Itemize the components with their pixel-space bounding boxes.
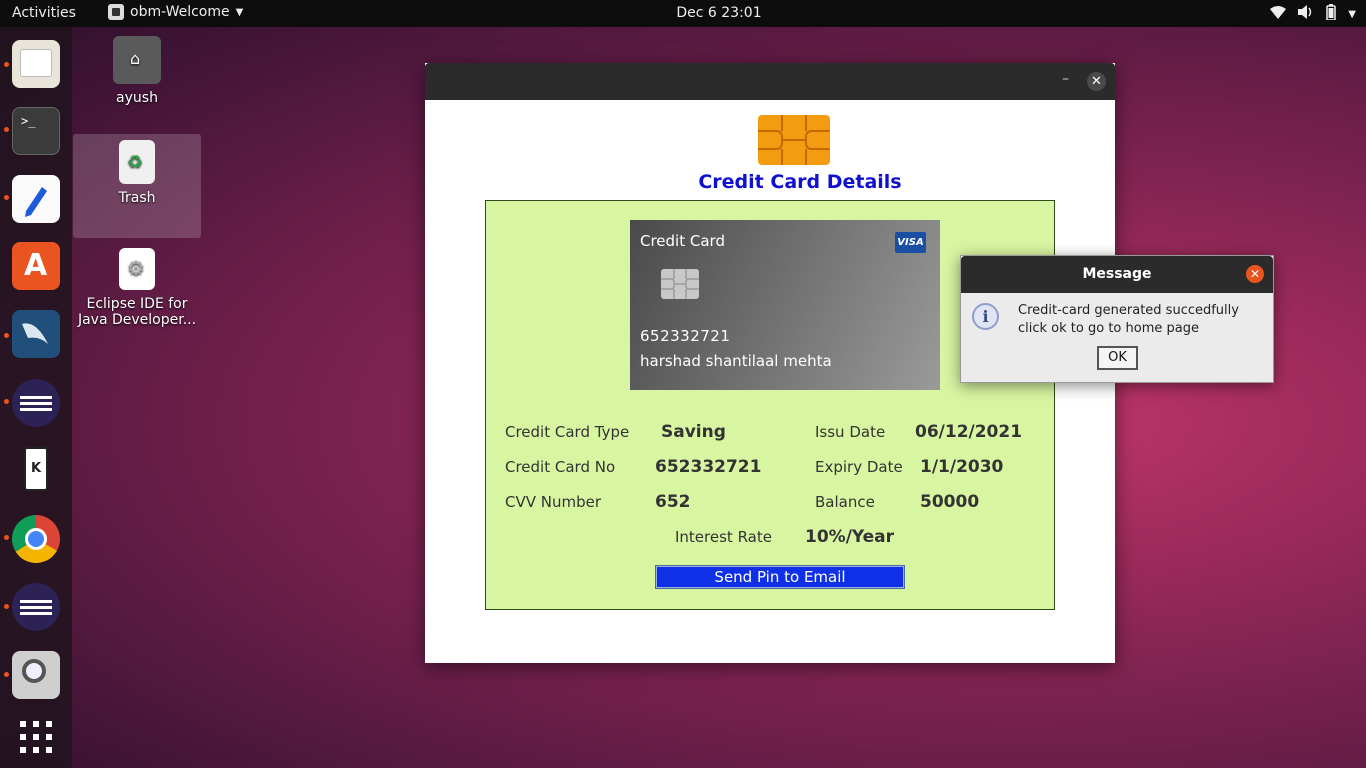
dialog-message-line: Credit-card generated succedfully	[1018, 303, 1239, 318]
expiry-date-value: 1/1/2030	[920, 457, 1004, 477]
wifi-icon	[1270, 5, 1287, 23]
files-icon[interactable]	[12, 40, 60, 88]
expiry-date-label: Expiry Date	[815, 458, 903, 476]
desktop-icon-label: ayush	[116, 90, 158, 106]
interest-rate-label: Interest Rate	[675, 528, 772, 546]
running-indicator	[4, 62, 9, 67]
chevron-down-icon: ▼	[1348, 8, 1356, 20]
dialog-message-line: click ok to go to home page	[1018, 321, 1199, 336]
running-indicator	[4, 127, 9, 132]
top-bar: Activities obm-Welcome ▼ Dec 6 23:01 ▼	[0, 0, 1366, 27]
send-pin-button[interactable]: Send Pin to Email	[655, 565, 905, 589]
balance-label: Balance	[815, 493, 875, 511]
visa-logo-icon: VISA	[895, 232, 926, 253]
card-number-label: Credit Card No	[505, 458, 616, 476]
kde-connect-icon[interactable]: K	[12, 445, 60, 493]
card-chip-icon	[758, 115, 830, 165]
desktop-icon-eclipse[interactable]: ⚙ Eclipse IDE for Java Developer...	[73, 248, 201, 328]
card-title: Credit Card	[640, 232, 725, 250]
dialog-title: Message	[1082, 266, 1152, 282]
mysql-workbench-icon[interactable]	[12, 310, 60, 358]
home-folder-icon: ⌂	[113, 36, 161, 84]
chip-icon	[661, 269, 699, 299]
software-center-icon[interactable]: A	[12, 242, 60, 290]
card-holder-name: harshad shantilaal mehta	[640, 352, 832, 370]
dock: >_ A K	[0, 27, 72, 768]
battery-icon	[1326, 4, 1337, 24]
message-dialog: Message ✕ i Credit-card generated succed…	[960, 255, 1274, 383]
card-type-label: Credit Card Type	[505, 423, 630, 441]
running-indicator	[4, 399, 9, 404]
card-number: 652332721	[640, 327, 731, 345]
close-icon[interactable]: ✕	[1246, 265, 1264, 283]
card-type-value: Saving	[661, 422, 726, 442]
gear-icon: ⚙	[119, 248, 155, 290]
issue-date-label: Issu Date	[815, 423, 886, 441]
balance-value: 50000	[920, 492, 980, 512]
desktop-icon-label: Trash	[118, 190, 156, 206]
running-indicator	[4, 333, 9, 338]
running-indicator	[4, 195, 9, 200]
issue-date-value: 06/12/2021	[915, 422, 1023, 442]
dialog-titlebar[interactable]: Message ✕	[961, 256, 1273, 293]
card-number-value: 652332721	[655, 457, 762, 477]
volume-icon	[1298, 5, 1314, 23]
dialog-message: Credit-card generated succedfully click …	[1018, 302, 1239, 338]
screenshot-icon[interactable]	[12, 651, 60, 699]
eclipse-icon[interactable]	[12, 379, 60, 427]
cvv-value: 652	[655, 492, 691, 512]
chrome-icon[interactable]	[12, 515, 60, 563]
trash-icon: ♻	[119, 140, 155, 184]
running-indicator	[4, 535, 9, 540]
show-applications-icon[interactable]	[12, 713, 60, 761]
minimize-icon[interactable]: –	[1062, 71, 1069, 87]
running-indicator	[4, 604, 9, 609]
info-icon: i	[972, 303, 999, 330]
text-editor-icon[interactable]	[12, 175, 60, 223]
interest-rate-value: 10%/Year	[805, 527, 895, 547]
window-titlebar[interactable]: – ✕	[425, 63, 1115, 100]
cvv-label: CVV Number	[505, 493, 602, 511]
system-tray[interactable]: ▼	[1270, 4, 1356, 24]
desktop-icon-trash[interactable]: ♻ Trash	[73, 134, 201, 238]
page-title: Credit Card Details	[698, 171, 902, 193]
close-icon[interactable]: ✕	[1087, 72, 1106, 91]
credit-card-preview: Credit Card VISA 652332721 harshad shant…	[630, 220, 940, 390]
eclipse-icon[interactable]	[12, 583, 60, 631]
desktop-icon-home[interactable]: ⌂ ayush	[73, 36, 201, 106]
clock[interactable]: Dec 6 23:01	[0, 5, 1366, 21]
ok-button[interactable]: OK	[1097, 346, 1138, 370]
desktop-icon-label: Eclipse IDE for Java Developer...	[77, 296, 197, 328]
terminal-icon[interactable]: >_	[12, 107, 60, 155]
running-indicator	[4, 672, 9, 677]
